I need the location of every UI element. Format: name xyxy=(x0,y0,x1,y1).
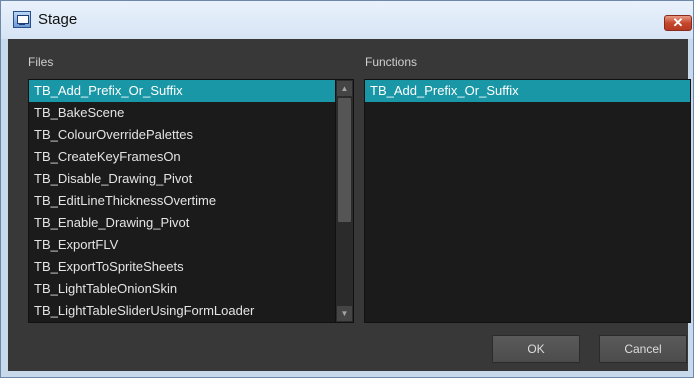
files-list-item[interactable]: TB_LightTableOnionSkin xyxy=(29,278,335,300)
files-list-item[interactable]: TB_Enable_Drawing_Pivot xyxy=(29,212,335,234)
triangle-up-icon: ▲ xyxy=(340,84,349,93)
files-list-item[interactable]: TB_Add_Prefix_Or_Suffix xyxy=(29,80,335,102)
window-title: Stage xyxy=(38,11,78,28)
files-list-item[interactable]: TB_ColourOverridePalettes xyxy=(29,124,335,146)
files-list[interactable]: TB_Add_Prefix_Or_Suffix TB_BakeScene TB_… xyxy=(28,79,354,323)
scroll-down-button[interactable]: ▼ xyxy=(337,306,352,321)
close-icon: ✕ xyxy=(672,15,684,30)
files-list-item[interactable]: TB_EditLineThicknessOvertime xyxy=(29,190,335,212)
close-button[interactable]: ✕ xyxy=(664,15,692,31)
files-list-item[interactable]: TB_BakeScene xyxy=(29,102,335,124)
triangle-down-icon: ▼ xyxy=(340,309,349,318)
files-list-item[interactable]: TB_Disable_Drawing_Pivot xyxy=(29,168,335,190)
scroll-thumb[interactable] xyxy=(338,98,351,222)
app-window-icon xyxy=(13,11,31,28)
files-scrollbar[interactable]: ▲ ▼ xyxy=(335,80,353,322)
cancel-button[interactable]: Cancel xyxy=(599,335,687,363)
dialog-body: Files Functions TB_Add_Prefix_Or_Suffix … xyxy=(8,39,691,371)
files-list-item[interactable]: TB_LightTableSliderUsingFormLoader xyxy=(29,300,335,322)
files-list-item[interactable]: TB_ExportFLV xyxy=(29,234,335,256)
files-list-item[interactable]: TB_CreateKeyFramesOn xyxy=(29,146,335,168)
ok-button[interactable]: OK xyxy=(492,335,580,363)
files-list-item[interactable]: TB_ExportToSpriteSheets xyxy=(29,256,335,278)
stage-dialog: Stage ✕ Files Functions TB_Add_Prefix_Or… xyxy=(0,0,694,378)
title-bar[interactable]: Stage ✕ xyxy=(1,1,693,39)
files-label: Files xyxy=(28,55,54,69)
functions-list-item[interactable]: TB_Add_Prefix_Or_Suffix xyxy=(365,80,690,102)
scroll-up-button[interactable]: ▲ xyxy=(337,81,352,96)
functions-list[interactable]: TB_Add_Prefix_Or_Suffix xyxy=(364,79,691,323)
functions-label: Functions xyxy=(365,55,418,69)
